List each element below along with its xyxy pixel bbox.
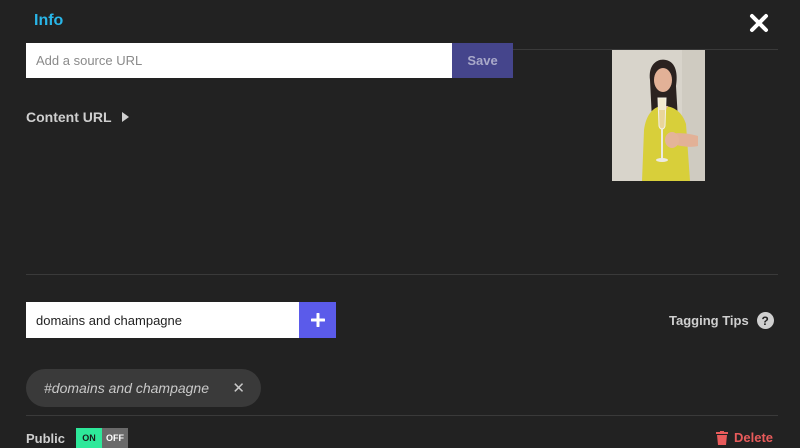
plus-icon	[310, 313, 325, 327]
tagging-tips-link[interactable]: Tagging Tips ?	[669, 312, 774, 329]
triangle-right-icon	[121, 112, 129, 122]
delete-label: Delete	[734, 430, 774, 445]
close-icon[interactable]	[748, 12, 770, 34]
toggle-off-label: OFF	[102, 428, 128, 448]
tab-info[interactable]: Info	[34, 12, 63, 30]
section-divider	[26, 274, 778, 275]
trash-icon	[716, 430, 728, 445]
question-icon: ?	[756, 312, 774, 329]
content-url-label: Content URL	[26, 109, 112, 125]
tag-chip: #domains and champagne ✕	[26, 369, 261, 407]
public-toggle[interactable]: ON OFF	[76, 428, 128, 448]
public-label: Public	[26, 431, 66, 446]
content-thumbnail	[612, 50, 705, 181]
add-tag-button[interactable]	[299, 302, 336, 338]
tag-input[interactable]	[26, 302, 299, 338]
content-url-toggle[interactable]: Content URL	[26, 109, 129, 125]
close-icon[interactable]: ✕	[232, 379, 245, 397]
tag-chip-label: #domains and champagne	[44, 380, 210, 396]
footer-divider	[26, 415, 778, 416]
delete-button[interactable]: Delete	[716, 430, 773, 445]
tagging-tips-label: Tagging Tips	[669, 313, 749, 328]
save-button[interactable]: Save	[452, 43, 513, 78]
toggle-on-label: ON	[76, 428, 102, 448]
source-url-input[interactable]	[26, 43, 452, 78]
